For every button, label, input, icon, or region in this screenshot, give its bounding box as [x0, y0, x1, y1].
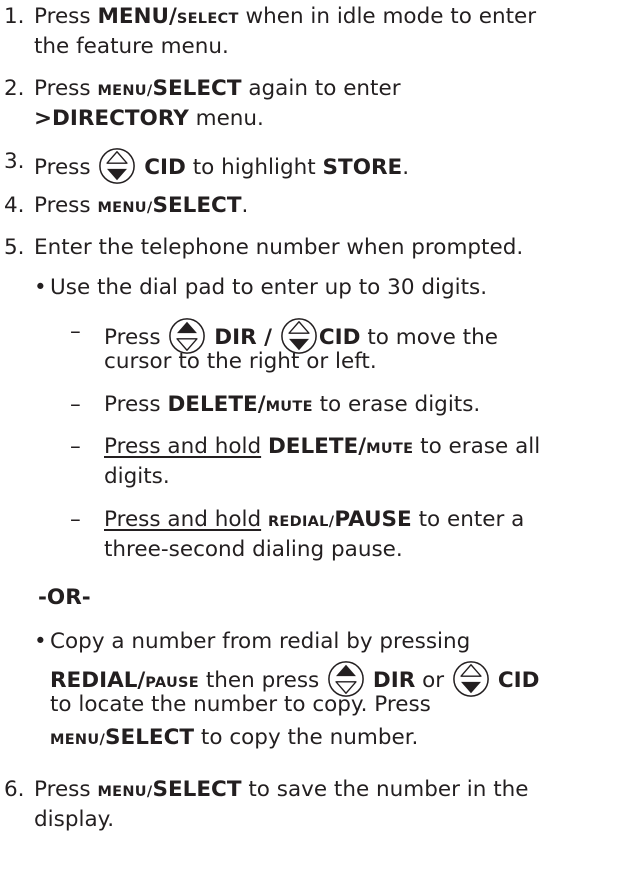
step-text: Press: [104, 392, 161, 417]
step-text: Press: [34, 76, 91, 101]
step-number: 5.: [4, 235, 25, 260]
key-label: CID: [144, 155, 186, 180]
key-label: PAUSE: [334, 507, 412, 532]
step-text: Press: [34, 777, 91, 802]
or-separator: -OR-: [38, 585, 91, 610]
key-label: MUTE: [366, 441, 414, 457]
step-text: to enter a: [418, 507, 525, 532]
step-number: 2.: [4, 76, 25, 101]
key-label: SELECT: [152, 777, 242, 802]
step-text: to save the number in the: [248, 777, 529, 802]
step-number: 4.: [4, 193, 25, 218]
step-text: again to enter: [248, 76, 401, 101]
dash-mark: –: [70, 507, 81, 532]
key-label: SELECT: [105, 725, 195, 750]
bullet-mark: •: [34, 629, 47, 654]
key-label: PAUSE: [145, 675, 199, 691]
step-text: Press: [34, 155, 91, 180]
step-text: to erase digits.: [319, 392, 481, 417]
step-text: to locate the number to copy. Press: [50, 692, 431, 717]
step-text: Press and hold: [104, 434, 262, 459]
step-text: Press and hold: [104, 507, 262, 532]
option-name: STORE: [322, 155, 403, 180]
dash-mark: –: [70, 434, 81, 459]
key-label: DELETE/: [267, 434, 367, 459]
step-text: when in idle mode to enter: [245, 4, 537, 29]
bullet-mark: •: [34, 275, 47, 300]
key-label: SELECT: [176, 11, 239, 27]
key-label: SELECT: [152, 193, 242, 218]
down-arrow-key-icon: [98, 147, 136, 185]
down-arrow-key-icon: [452, 660, 490, 698]
step-text: the feature menu.: [34, 34, 229, 59]
step-text: three-second dialing pause.: [104, 537, 403, 562]
step-text: Enter the telephone number when prompted…: [34, 235, 524, 260]
step-text: to highlight: [192, 155, 316, 180]
step-text: cursor to the right or left.: [104, 349, 377, 374]
step-text: to copy the number.: [200, 725, 419, 750]
step-text: Press: [34, 4, 91, 29]
key-label: CID: [497, 668, 540, 693]
step-text: menu.: [195, 106, 264, 131]
key-label: MENU/: [97, 4, 177, 29]
menu-name: >DIRECTORY: [34, 106, 189, 131]
step-text: to move the: [367, 325, 498, 350]
key-label: MUTE: [265, 399, 313, 415]
key-label: DELETE/: [167, 392, 266, 417]
step-text: Copy a number from redial by pressing: [50, 629, 471, 654]
dash-mark: –: [70, 392, 81, 417]
step-number: 1.: [4, 4, 25, 29]
step-number: 6.: [4, 777, 25, 802]
step-text: to erase all: [420, 434, 541, 459]
key-label: MENU/: [97, 200, 153, 216]
key-label: MENU/: [50, 732, 106, 748]
step-text: display.: [34, 807, 115, 832]
step-text: Use the dial pad to enter up to 30 digit…: [50, 275, 488, 300]
step-text: digits.: [104, 464, 170, 489]
key-label: SELECT: [152, 76, 242, 101]
key-label: MENU/: [97, 784, 153, 800]
key-label: MENU/: [97, 83, 153, 99]
step-number: 3.: [4, 149, 25, 174]
key-label: REDIAL/: [267, 514, 335, 530]
step-text: Press: [34, 193, 91, 218]
dash-mark: –: [70, 319, 81, 344]
